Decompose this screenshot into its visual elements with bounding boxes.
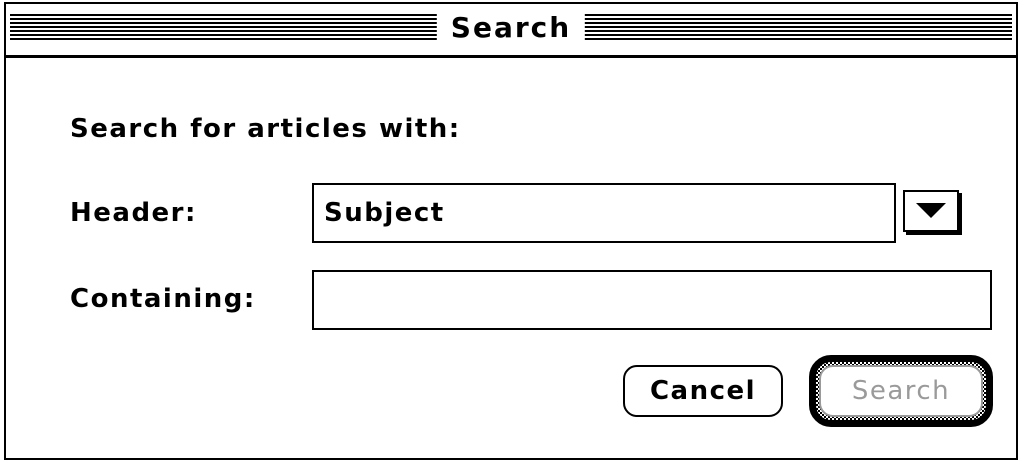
containing-input[interactable] — [312, 270, 992, 330]
search-dialog: Search Search for articles with: Header:… — [4, 2, 1018, 460]
window-title: Search — [436, 11, 586, 45]
header-label: Header: — [70, 198, 197, 228]
cancel-button[interactable]: Cancel — [623, 365, 783, 417]
header-dropdown-button[interactable] — [903, 190, 959, 232]
search-prompt: Search for articles with: — [70, 114, 461, 144]
triangle-down-icon — [916, 203, 946, 218]
search-button[interactable]: Search — [819, 365, 983, 417]
title-bar[interactable]: Search — [6, 4, 1016, 58]
containing-label: Containing: — [70, 284, 256, 314]
header-popup-field[interactable]: Subject — [312, 183, 896, 243]
